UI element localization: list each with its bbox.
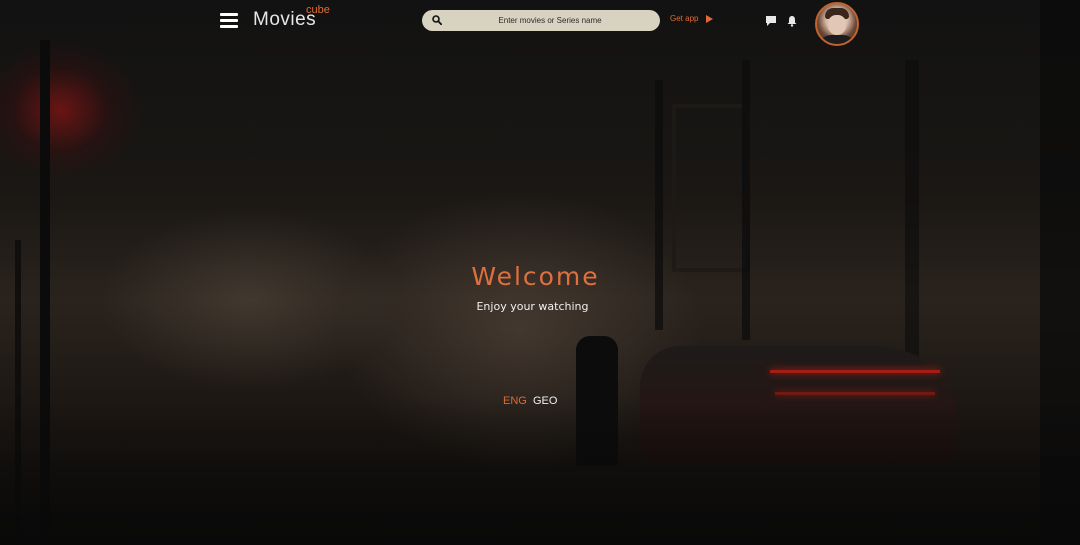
language-eng-button[interactable]: ENG <box>503 395 527 407</box>
tower-pole <box>655 80 663 330</box>
search-input[interactable] <box>450 10 650 31</box>
car-taillight <box>775 392 935 395</box>
play-icon <box>706 14 714 23</box>
avatar-face <box>828 15 846 35</box>
search-bar[interactable] <box>422 10 660 31</box>
welcome-subtitle: Enjoy your watching <box>476 300 589 313</box>
tower-structure <box>672 104 750 272</box>
tower-pole <box>742 60 750 340</box>
search-icon[interactable] <box>432 15 442 25</box>
right-pillar <box>905 60 919 380</box>
page: Movies cube Get app Welcome Enjoy you <box>0 0 1080 545</box>
ground-shadow <box>0 400 1080 545</box>
menu-icon[interactable] <box>220 13 238 28</box>
language-geo-button[interactable]: GEO <box>533 395 557 407</box>
bell-icon[interactable] <box>786 15 798 27</box>
welcome-title: Welcome <box>471 262 600 291</box>
get-app-button[interactable]: Get app <box>670 14 714 23</box>
car-taillight <box>770 370 940 373</box>
avatar[interactable] <box>815 2 859 46</box>
chat-icon[interactable] <box>765 15 777 27</box>
get-app-label: Get app <box>670 14 699 23</box>
logo-superscript: cube <box>306 4 330 16</box>
top-navbar: Movies cube Get app <box>0 0 1080 46</box>
